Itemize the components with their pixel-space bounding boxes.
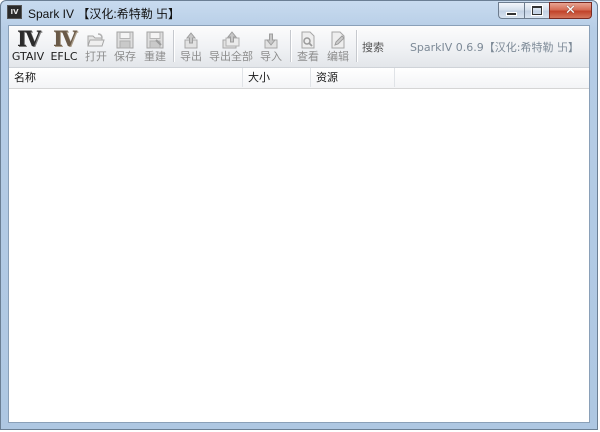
toolbar-separator [356,30,358,62]
rebuild-button[interactable]: 重建 [141,27,169,65]
rebuild-label: 重建 [144,50,166,63]
client-area: IV GTAIV IV EFLC 打开 保存 重建 导出 导出全部 导入 查看 … [8,25,590,423]
edit-label: 编辑 [327,50,349,63]
search-button[interactable]: 搜索 [362,39,384,55]
toolbar-separator [173,30,175,62]
edit-button[interactable]: 编辑 [324,27,352,65]
version-label: SparkIV 0.6.9【汉化:希特勒 卐】 [409,41,579,54]
eflc-label: EFLC [50,50,78,63]
export-all-arrow-icon [222,31,240,49]
save-button[interactable]: 保存 [112,27,138,65]
gtaiv-button[interactable]: IV GTAIV [11,27,45,65]
view-document-icon [301,31,315,49]
toolbar-separator [290,30,292,62]
column-header-resource[interactable]: 资源 [311,68,395,87]
close-icon: ✕ [565,3,576,18]
export-button[interactable]: 导出 [177,27,205,65]
column-header-name[interactable]: 名称 [9,68,243,87]
import-button[interactable]: 导入 [257,27,285,65]
file-list[interactable] [9,89,589,422]
open-button[interactable]: 打开 [83,27,109,65]
file-list-header: 名称 大小 资源 [9,68,589,89]
window-controls: ✕ [498,2,592,19]
toolbar: IV GTAIV IV EFLC 打开 保存 重建 导出 导出全部 导入 查看 … [9,26,589,68]
maximize-icon [532,6,542,15]
save-disk-icon [116,31,134,49]
minimize-button[interactable] [498,2,524,19]
open-folder-icon [87,33,105,47]
app-icon[interactable]: IV [7,5,22,19]
gtaiv-logo-icon: IV [16,26,41,51]
export-all-button[interactable]: 导出全部 [208,27,254,65]
rebuild-disk-icon [146,31,164,49]
eflc-button[interactable]: IV EFLC [47,27,81,65]
minimize-icon [506,12,517,16]
title-bar[interactable]: IV Spark IV 【汉化:希特勒 卐】 ✕ [1,1,597,25]
app-window: IV Spark IV 【汉化:希特勒 卐】 ✕ IV GTAIV IV EFL… [0,0,598,430]
column-header-size[interactable]: 大小 [243,68,311,87]
close-button[interactable]: ✕ [549,2,592,19]
import-label: 导入 [260,50,282,63]
edit-document-icon [331,31,345,49]
export-all-label: 导出全部 [209,50,253,63]
view-button[interactable]: 查看 [294,27,322,65]
export-arrow-icon [184,32,198,49]
window-title: Spark IV 【汉化:希特勒 卐】 [28,7,181,21]
maximize-button[interactable] [524,2,549,19]
import-arrow-icon [264,33,278,49]
open-label: 打开 [85,50,107,63]
eflc-logo-icon: IV [52,26,77,51]
export-label: 导出 [180,50,202,63]
gtaiv-label: GTAIV [11,50,45,63]
view-label: 查看 [297,50,319,63]
save-label: 保存 [114,50,136,63]
